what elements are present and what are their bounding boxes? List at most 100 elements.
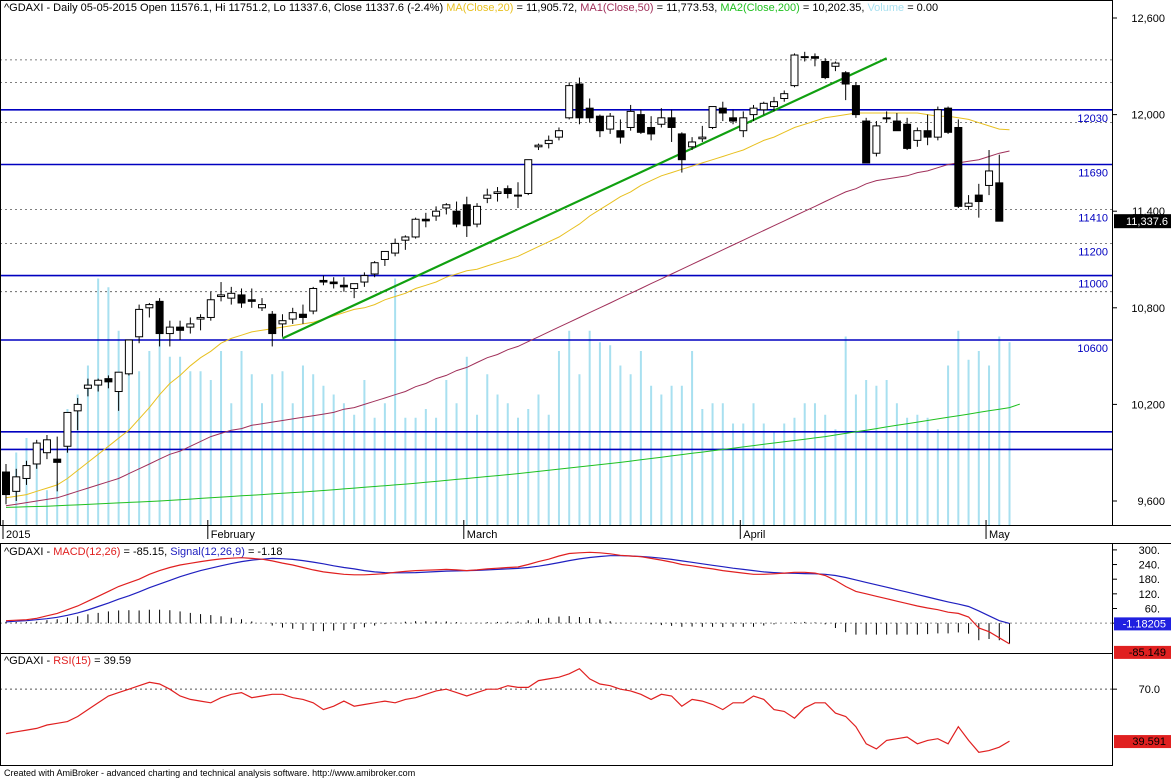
candle-body [800, 56, 809, 59]
candle-body [954, 126, 963, 207]
candle-body [862, 120, 871, 164]
candle-body [227, 292, 236, 299]
candle-body [636, 114, 645, 133]
candle-body [442, 204, 451, 209]
candle-body [42, 439, 51, 454]
candle-body [903, 123, 912, 149]
footer-credit: Created with AmiBroker - advanced charti… [4, 768, 416, 778]
level-label: 11200 [1078, 246, 1108, 258]
volume-legend: Volume [867, 2, 905, 14]
candle-body [575, 83, 584, 119]
candle-body [892, 120, 901, 132]
candle-body [851, 85, 860, 116]
level-label: 11690 [1078, 168, 1108, 180]
candle-body [135, 308, 144, 338]
date-axis-label: March [467, 529, 498, 541]
candle-body [995, 182, 1004, 222]
candle-body [12, 476, 21, 492]
candle-body [370, 262, 379, 275]
candle-body [83, 384, 92, 389]
macd-axis-label: 300. [1139, 545, 1160, 557]
candle-body [53, 458, 62, 463]
candle-body [288, 312, 297, 320]
candle-body [780, 93, 789, 99]
candle-body [268, 313, 277, 335]
candle-body [22, 465, 31, 479]
candle-body [810, 56, 819, 59]
rsi-header: ^GDAXI - RSI(15) = 39.59 [4, 655, 131, 667]
panel-frames [0, 0, 1171, 766]
candle-body [524, 159, 533, 194]
macd-axis-label: 180. [1139, 574, 1160, 586]
candle-body [790, 54, 799, 87]
rsi-axis-label: 70.0 [1139, 684, 1160, 696]
chart-canvas: 1203011690114101120011000106009,60010,20… [0, 0, 1171, 766]
candle-body [350, 283, 359, 289]
candle-body [360, 275, 369, 283]
candle-body [841, 72, 850, 85]
candle-body [964, 202, 973, 207]
candle-body [186, 323, 195, 328]
macd-axis-label: 240. [1139, 560, 1160, 572]
candle-body [759, 102, 768, 111]
rsi-badge-label: 39.591 [1132, 736, 1166, 748]
level-label: 11000 [1078, 279, 1108, 291]
macd-line [5, 551, 1010, 645]
ma50-legend: MA1(Close,50) [580, 2, 654, 14]
candle-body [616, 130, 625, 138]
price-axis-label: 10,800 [1131, 303, 1165, 315]
candle-body [196, 316, 205, 320]
candle-body [483, 194, 492, 199]
candle-body [493, 191, 502, 194]
candle-body [452, 210, 461, 225]
candle-body [247, 299, 256, 302]
ohlc-info: - Daily 05-05-2015 Open 11576.1, Hi 1175… [43, 2, 447, 14]
macd-axis-label: 120. [1139, 589, 1160, 601]
price-panel: 1203011690114101120011000106009,60010,20… [0, 13, 1171, 541]
rsi-sep: - [43, 655, 54, 667]
candle-body [462, 204, 471, 227]
candle-body [882, 117, 891, 120]
candle-body [411, 218, 420, 238]
symbol-label: ^GDAXI [4, 2, 44, 14]
candle-body [258, 304, 266, 309]
candle-body [391, 242, 400, 254]
candle-body [944, 107, 953, 133]
candle-body [165, 326, 174, 335]
rsi-legend: RSI(15) [53, 655, 92, 667]
macd-legend: MACD(12,26) [53, 546, 121, 558]
candle-body [380, 250, 389, 260]
candle-body [688, 141, 697, 148]
candle-body [677, 133, 686, 161]
signal-legend: Signal(12,26,9) [170, 546, 245, 558]
candle-body [298, 313, 307, 318]
macd-frame [0, 543, 1113, 654]
candle-body [554, 130, 563, 138]
candle-body [913, 130, 922, 141]
candle-body [63, 411, 72, 447]
price-frame [0, 0, 1113, 526]
candle-body [831, 62, 840, 67]
signal-value: = -1.18 [244, 546, 283, 558]
macd-axis-label: 60. [1145, 603, 1160, 615]
price-axis-label: 12,000 [1131, 110, 1165, 122]
candle-body [503, 188, 512, 194]
ma200-line [5, 403, 1020, 508]
candle-body [770, 101, 778, 108]
candle-body [749, 107, 758, 116]
rsi-value: = 39.59 [91, 655, 132, 667]
candle-body [985, 170, 994, 186]
candle-body [667, 117, 676, 128]
rsi-panel: 70.0 39.591 [0, 667, 1171, 753]
candle-body [698, 136, 707, 140]
candle-body [206, 299, 215, 318]
candle-body [401, 236, 410, 241]
candle-body [729, 117, 738, 122]
candle-body [565, 85, 574, 119]
candle-body [237, 294, 246, 304]
candle-body [278, 320, 287, 325]
candle-body [473, 205, 482, 225]
rsi-line [5, 667, 1010, 753]
ma200-legend: MA2(Close,200) [720, 2, 800, 14]
candle-body [606, 115, 615, 130]
